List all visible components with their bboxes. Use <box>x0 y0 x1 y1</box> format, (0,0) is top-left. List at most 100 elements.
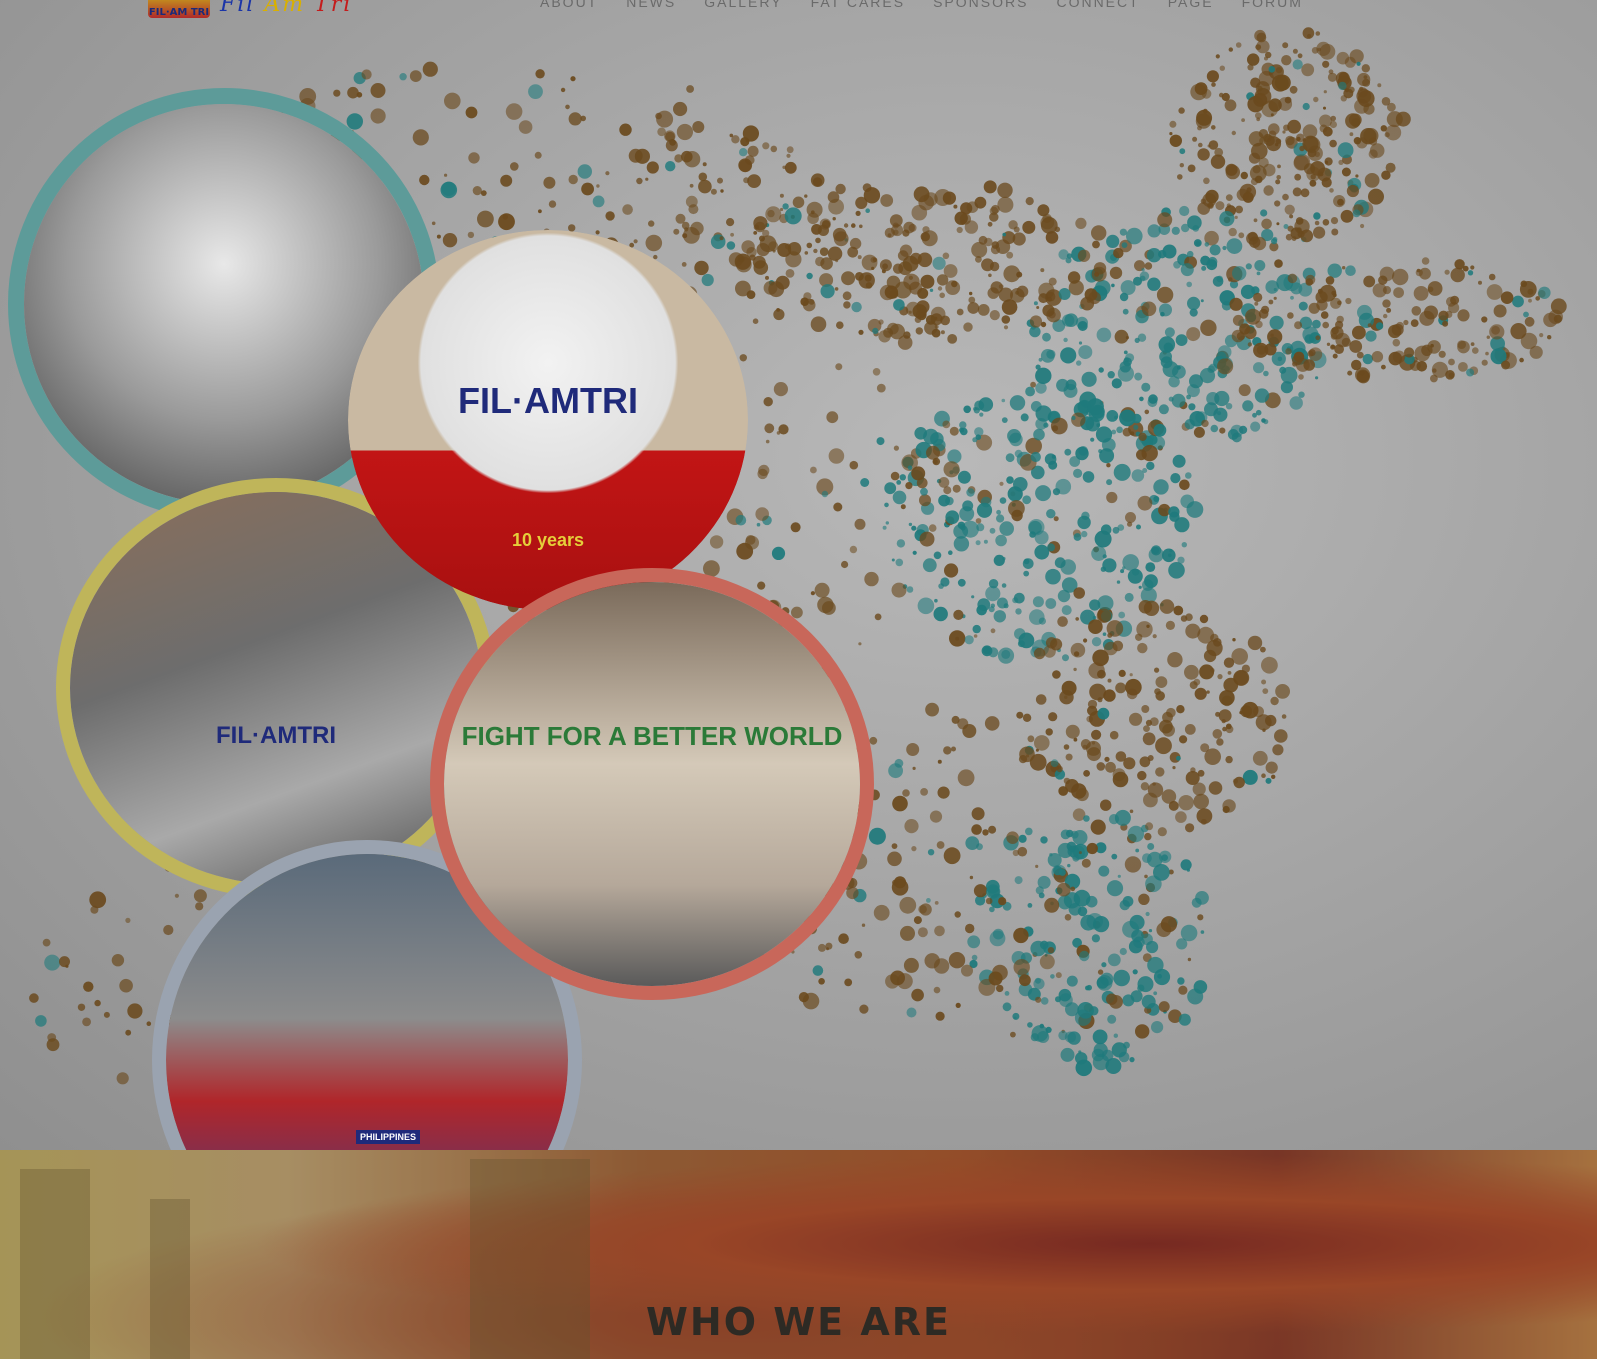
particle-dot <box>1137 642 1148 654</box>
particle-dot <box>951 280 958 288</box>
particle-dot <box>568 174 578 185</box>
particle-dot <box>851 223 856 228</box>
logo-fil: Fil <box>220 0 256 17</box>
particle-dot <box>919 494 931 507</box>
particle-dot <box>1003 603 1009 609</box>
particle-dot <box>804 194 808 198</box>
particle-dot <box>1139 275 1146 282</box>
particle-dot <box>1197 148 1210 161</box>
nav-gallery[interactable]: GALLERY <box>704 0 782 10</box>
nav-news[interactable]: NEWS <box>626 0 676 10</box>
particle-dot <box>965 923 975 934</box>
particle-dot <box>1326 342 1331 346</box>
particle-dot <box>1489 324 1505 340</box>
particle-dot <box>1145 822 1154 831</box>
particle-dot <box>1060 829 1071 840</box>
particle-dot <box>1112 771 1129 788</box>
particle-dot <box>1103 689 1116 702</box>
particle-dot <box>812 965 824 976</box>
particle-dot <box>1277 164 1281 169</box>
particle-dot <box>436 234 441 239</box>
particle-dot <box>1133 424 1139 430</box>
particle-dot <box>982 829 989 836</box>
particle-dot <box>1147 843 1155 850</box>
particle-dot <box>745 155 755 165</box>
particle-dot <box>665 139 678 152</box>
particle-dot <box>1040 997 1049 1005</box>
particle-dot <box>1064 448 1072 456</box>
particle-dot <box>1361 64 1371 73</box>
particle-dot <box>1260 209 1268 217</box>
section-title: WHO WE ARE <box>646 1300 951 1344</box>
particle-dot <box>967 935 981 949</box>
particle-dot <box>1211 82 1216 87</box>
particle-dot <box>770 145 778 153</box>
particle-dot <box>1217 345 1232 359</box>
particle-dot <box>1171 393 1186 408</box>
particle-dot <box>861 923 866 927</box>
particle-dot <box>1100 566 1107 572</box>
particle-dot <box>987 221 993 227</box>
particle-dot <box>538 209 542 214</box>
particle-dot <box>1371 351 1384 363</box>
particle-dot <box>500 174 513 187</box>
particle-dot <box>1138 432 1147 441</box>
particle-dot <box>947 449 962 464</box>
particle-dot <box>44 954 61 971</box>
particle-dot <box>702 162 707 167</box>
particle-dot <box>1014 876 1023 885</box>
nav-page[interactable]: PAGE <box>1168 0 1214 10</box>
particle-dot <box>1179 163 1185 168</box>
particle-dot <box>1206 70 1219 83</box>
particle-dot <box>841 271 856 286</box>
particle-dot <box>1329 120 1337 129</box>
particle-dot <box>764 423 775 434</box>
particle-dot <box>942 420 951 429</box>
particle-dot <box>1276 222 1280 226</box>
particle-dot <box>1065 257 1072 264</box>
particle-dot <box>876 437 885 446</box>
particle-dot <box>782 165 786 169</box>
particle-dot <box>989 310 1000 321</box>
particle-dot <box>1197 914 1204 921</box>
particle-dot <box>841 560 849 569</box>
particle-dot <box>1063 777 1071 785</box>
particle-dot <box>1054 226 1061 233</box>
particle-dot <box>1137 495 1153 511</box>
particle-dot <box>817 224 830 236</box>
particle-dot <box>1075 217 1087 229</box>
particle-dot <box>1148 394 1158 404</box>
particle-dot <box>1250 421 1261 432</box>
particle-dot <box>1404 347 1415 358</box>
nav-fat-cares[interactable]: FAT CARES <box>811 0 906 10</box>
particle-dot <box>1033 301 1038 306</box>
particle-dot <box>1151 546 1160 555</box>
particle-dot <box>681 262 687 267</box>
particle-dot <box>333 89 341 97</box>
particle-dot <box>908 522 913 527</box>
particle-dot <box>1240 171 1249 180</box>
particle-dot <box>1027 903 1033 908</box>
particle-dot <box>1114 329 1129 344</box>
nav-connect[interactable]: CONNECT <box>1056 0 1139 10</box>
particle-dot <box>1231 648 1248 665</box>
particle-dot <box>1185 823 1195 833</box>
particle-dot <box>1320 311 1329 319</box>
logo-badge-icon: FIL·AM TRI <box>148 0 210 18</box>
particle-dot <box>899 474 906 481</box>
particle-dot <box>1006 831 1019 844</box>
particle-dot <box>887 322 899 335</box>
particle-dot <box>1229 297 1243 311</box>
site-logo[interactable]: FIL·AM TRI Fil Am Tri <box>148 0 352 18</box>
nav-forum[interactable]: FORUM <box>1242 0 1303 10</box>
particle-dot <box>1106 463 1111 468</box>
particle-dot <box>1258 308 1269 319</box>
particle-dot <box>1196 808 1213 824</box>
nav-about[interactable]: ABOUT <box>540 0 598 10</box>
particle-dot <box>1269 315 1284 330</box>
particle-dot <box>1171 226 1180 235</box>
particle-dot <box>1108 814 1120 825</box>
nav-sponsors[interactable]: SPONSORS <box>933 0 1028 10</box>
particle-dot <box>1252 750 1268 766</box>
particle-dot <box>605 171 610 176</box>
